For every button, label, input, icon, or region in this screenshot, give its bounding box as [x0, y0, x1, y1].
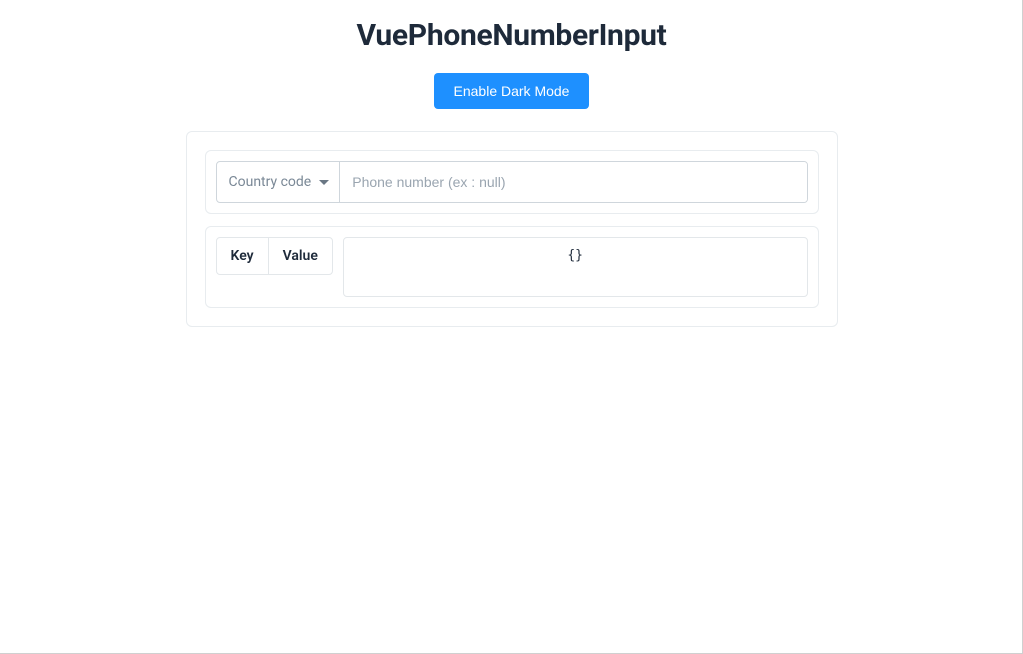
page-container: VuePhoneNumberInput Enable Dark Mode Cou…: [0, 0, 1023, 327]
kv-key-header: Key: [217, 238, 268, 274]
payload-display: {}: [343, 237, 808, 297]
results-row: Key Value {}: [205, 226, 819, 308]
phone-number-input[interactable]: [340, 162, 806, 202]
phone-input-row: Country code: [205, 150, 819, 214]
phone-input-group: Country code: [216, 161, 808, 203]
caret-down-icon: [319, 180, 329, 185]
page-title: VuePhoneNumberInput: [356, 18, 666, 53]
country-code-label: Country code: [229, 174, 312, 190]
kv-value-header: Value: [268, 238, 332, 274]
demo-card: Country code Key Value {}: [186, 131, 838, 327]
country-code-select[interactable]: Country code: [217, 162, 341, 202]
kv-table: Key Value: [216, 237, 333, 275]
enable-dark-mode-button[interactable]: Enable Dark Mode: [434, 73, 590, 109]
